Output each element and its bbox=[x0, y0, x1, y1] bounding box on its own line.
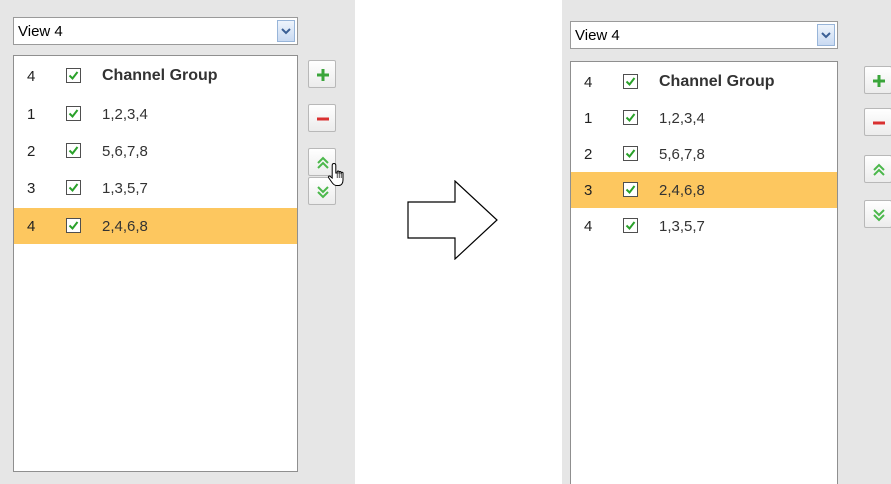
channel-group-panel-before: View 4 4 Channel Group 1 1,2,3,4 2 5,6,7… bbox=[0, 0, 355, 484]
view-select[interactable]: View 4 bbox=[13, 17, 298, 45]
row-checkbox[interactable] bbox=[623, 146, 638, 161]
row-number: 1 bbox=[27, 106, 36, 123]
row-label: 2,4,6,8 bbox=[102, 218, 148, 235]
row-label: 1,3,5,7 bbox=[659, 218, 705, 235]
row-checkbox[interactable] bbox=[66, 143, 81, 158]
row-checkbox[interactable] bbox=[66, 218, 81, 233]
row-label: 1,2,3,4 bbox=[659, 110, 705, 127]
row-number: 4 bbox=[584, 218, 593, 235]
remove-button[interactable] bbox=[308, 104, 336, 132]
row-number: 3 bbox=[27, 180, 36, 197]
list-item[interactable]: 3 1,3,5,7 bbox=[14, 170, 297, 206]
row-number: 2 bbox=[584, 146, 593, 163]
remove-button[interactable] bbox=[864, 108, 891, 136]
list-item-selected[interactable]: 3 2,4,6,8 bbox=[571, 172, 837, 208]
row-checkbox[interactable] bbox=[66, 180, 81, 195]
move-up-button[interactable] bbox=[864, 155, 891, 183]
view-select-value: View 4 bbox=[18, 23, 63, 40]
chevron-down-icon[interactable] bbox=[817, 24, 835, 46]
list-item[interactable]: 1 1,2,3,4 bbox=[14, 96, 297, 132]
group-count: 4 bbox=[584, 74, 593, 91]
view-select[interactable]: View 4 bbox=[570, 21, 838, 49]
row-number: 4 bbox=[27, 218, 36, 235]
move-down-button[interactable] bbox=[864, 200, 891, 228]
row-checkbox[interactable] bbox=[623, 182, 638, 197]
column-header-channel-group: Channel Group bbox=[659, 73, 775, 90]
list-item[interactable]: 4 1,3,5,7 bbox=[571, 208, 837, 244]
hand-pointer-icon bbox=[327, 162, 349, 193]
row-number: 3 bbox=[584, 182, 593, 199]
add-button[interactable] bbox=[308, 60, 336, 88]
list-item[interactable]: 2 5,6,7,8 bbox=[14, 133, 297, 169]
row-checkbox[interactable] bbox=[66, 106, 81, 121]
list-item[interactable]: 2 5,6,7,8 bbox=[571, 136, 837, 172]
column-header-channel-group: Channel Group bbox=[102, 67, 218, 84]
row-label: 5,6,7,8 bbox=[102, 143, 148, 160]
row-number: 1 bbox=[584, 110, 593, 127]
row-label: 1,3,5,7 bbox=[102, 180, 148, 197]
channel-group-panel-after: View 4 4 Channel Group 1 1,2,3,4 2 5,6,7… bbox=[562, 0, 891, 484]
row-checkbox[interactable] bbox=[623, 110, 638, 125]
row-checkbox[interactable] bbox=[623, 218, 638, 233]
select-all-checkbox[interactable] bbox=[623, 74, 638, 89]
list-item[interactable]: 1 1,2,3,4 bbox=[571, 100, 837, 136]
add-button[interactable] bbox=[864, 66, 891, 94]
row-label: 2,4,6,8 bbox=[659, 182, 705, 199]
row-number: 2 bbox=[27, 143, 36, 160]
list-item-selected[interactable]: 4 2,4,6,8 bbox=[14, 208, 297, 244]
list-header: 4 Channel Group bbox=[571, 64, 837, 100]
select-all-checkbox[interactable] bbox=[66, 68, 81, 83]
view-select-value: View 4 bbox=[575, 27, 620, 44]
list-header: 4 Channel Group bbox=[14, 58, 297, 94]
channel-group-list[interactable]: 4 Channel Group 1 1,2,3,4 2 5,6,7,8 3 bbox=[13, 55, 298, 472]
chevron-down-icon[interactable] bbox=[277, 20, 295, 42]
right-arrow-icon bbox=[407, 179, 499, 265]
group-count: 4 bbox=[27, 68, 36, 85]
row-label: 1,2,3,4 bbox=[102, 106, 148, 123]
channel-group-list[interactable]: 4 Channel Group 1 1,2,3,4 2 5,6,7,8 3 bbox=[570, 61, 838, 484]
row-label: 5,6,7,8 bbox=[659, 146, 705, 163]
